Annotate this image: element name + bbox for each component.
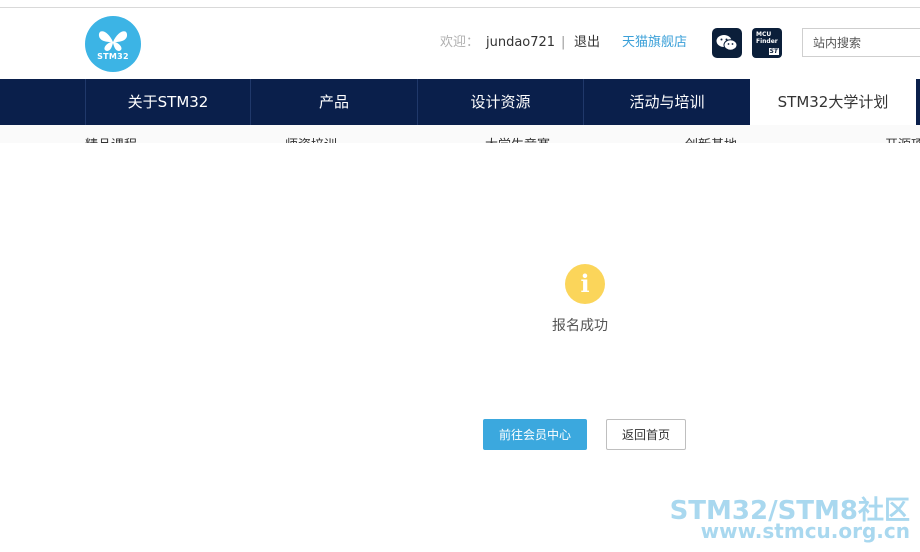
- success-message: 报名成功: [552, 318, 608, 334]
- back-home-button[interactable]: 返回首页: [606, 419, 686, 450]
- st-logo: ST: [768, 48, 779, 55]
- mcu-finder-button[interactable]: MCU Finder ST: [752, 28, 782, 58]
- logout-link[interactable]: 退出: [574, 34, 600, 52]
- info-icon: i: [565, 264, 605, 304]
- top-divider: [0, 7, 920, 8]
- butterfly-icon: [98, 30, 128, 51]
- watermark-line2: www.stmcu.org.cn: [700, 519, 910, 543]
- nav-item-products[interactable]: 产品: [250, 79, 417, 125]
- nav-item-events-training[interactable]: 活动与培训: [583, 79, 750, 125]
- logo-text: STM32: [97, 51, 129, 61]
- mcu-finder-line1: MCU: [756, 31, 772, 38]
- wechat-button[interactable]: [712, 28, 742, 58]
- subnav-item-innovation-base[interactable]: 创新基地: [685, 134, 737, 143]
- nav-item-about[interactable]: 关于STM32: [85, 79, 250, 125]
- nav-item-university-program[interactable]: STM32大学计划: [750, 79, 916, 125]
- nav-item-design-resources[interactable]: 设计资源: [417, 79, 583, 125]
- stm32-logo[interactable]: STM32: [85, 16, 141, 72]
- username-link[interactable]: jundao721: [486, 34, 555, 52]
- subnav-item-open-source[interactable]: 开源项目: [885, 134, 920, 143]
- tmall-store-link[interactable]: 天猫旗舰店: [622, 34, 687, 52]
- sub-nav: 精品课程 师资培训 大学生竞赛 创新基地 开源项目: [0, 125, 920, 143]
- subnav-item-competition[interactable]: 大学生竞赛: [485, 134, 550, 143]
- main-nav: 关于STM32 产品 设计资源 活动与培训 STM32大学计划: [0, 79, 920, 125]
- welcome-label: 欢迎：: [440, 35, 480, 50]
- wechat-icon: [716, 35, 738, 51]
- nav-end: [916, 79, 920, 125]
- subnav-item-courses[interactable]: 精品课程: [85, 134, 137, 143]
- member-center-button[interactable]: 前往会员中心: [483, 419, 587, 450]
- search-input[interactable]: [802, 28, 920, 57]
- mcu-finder-line2: Finder: [756, 38, 778, 45]
- subnav-item-teacher-training[interactable]: 师资培训: [285, 134, 337, 143]
- user-separator: |: [561, 35, 566, 50]
